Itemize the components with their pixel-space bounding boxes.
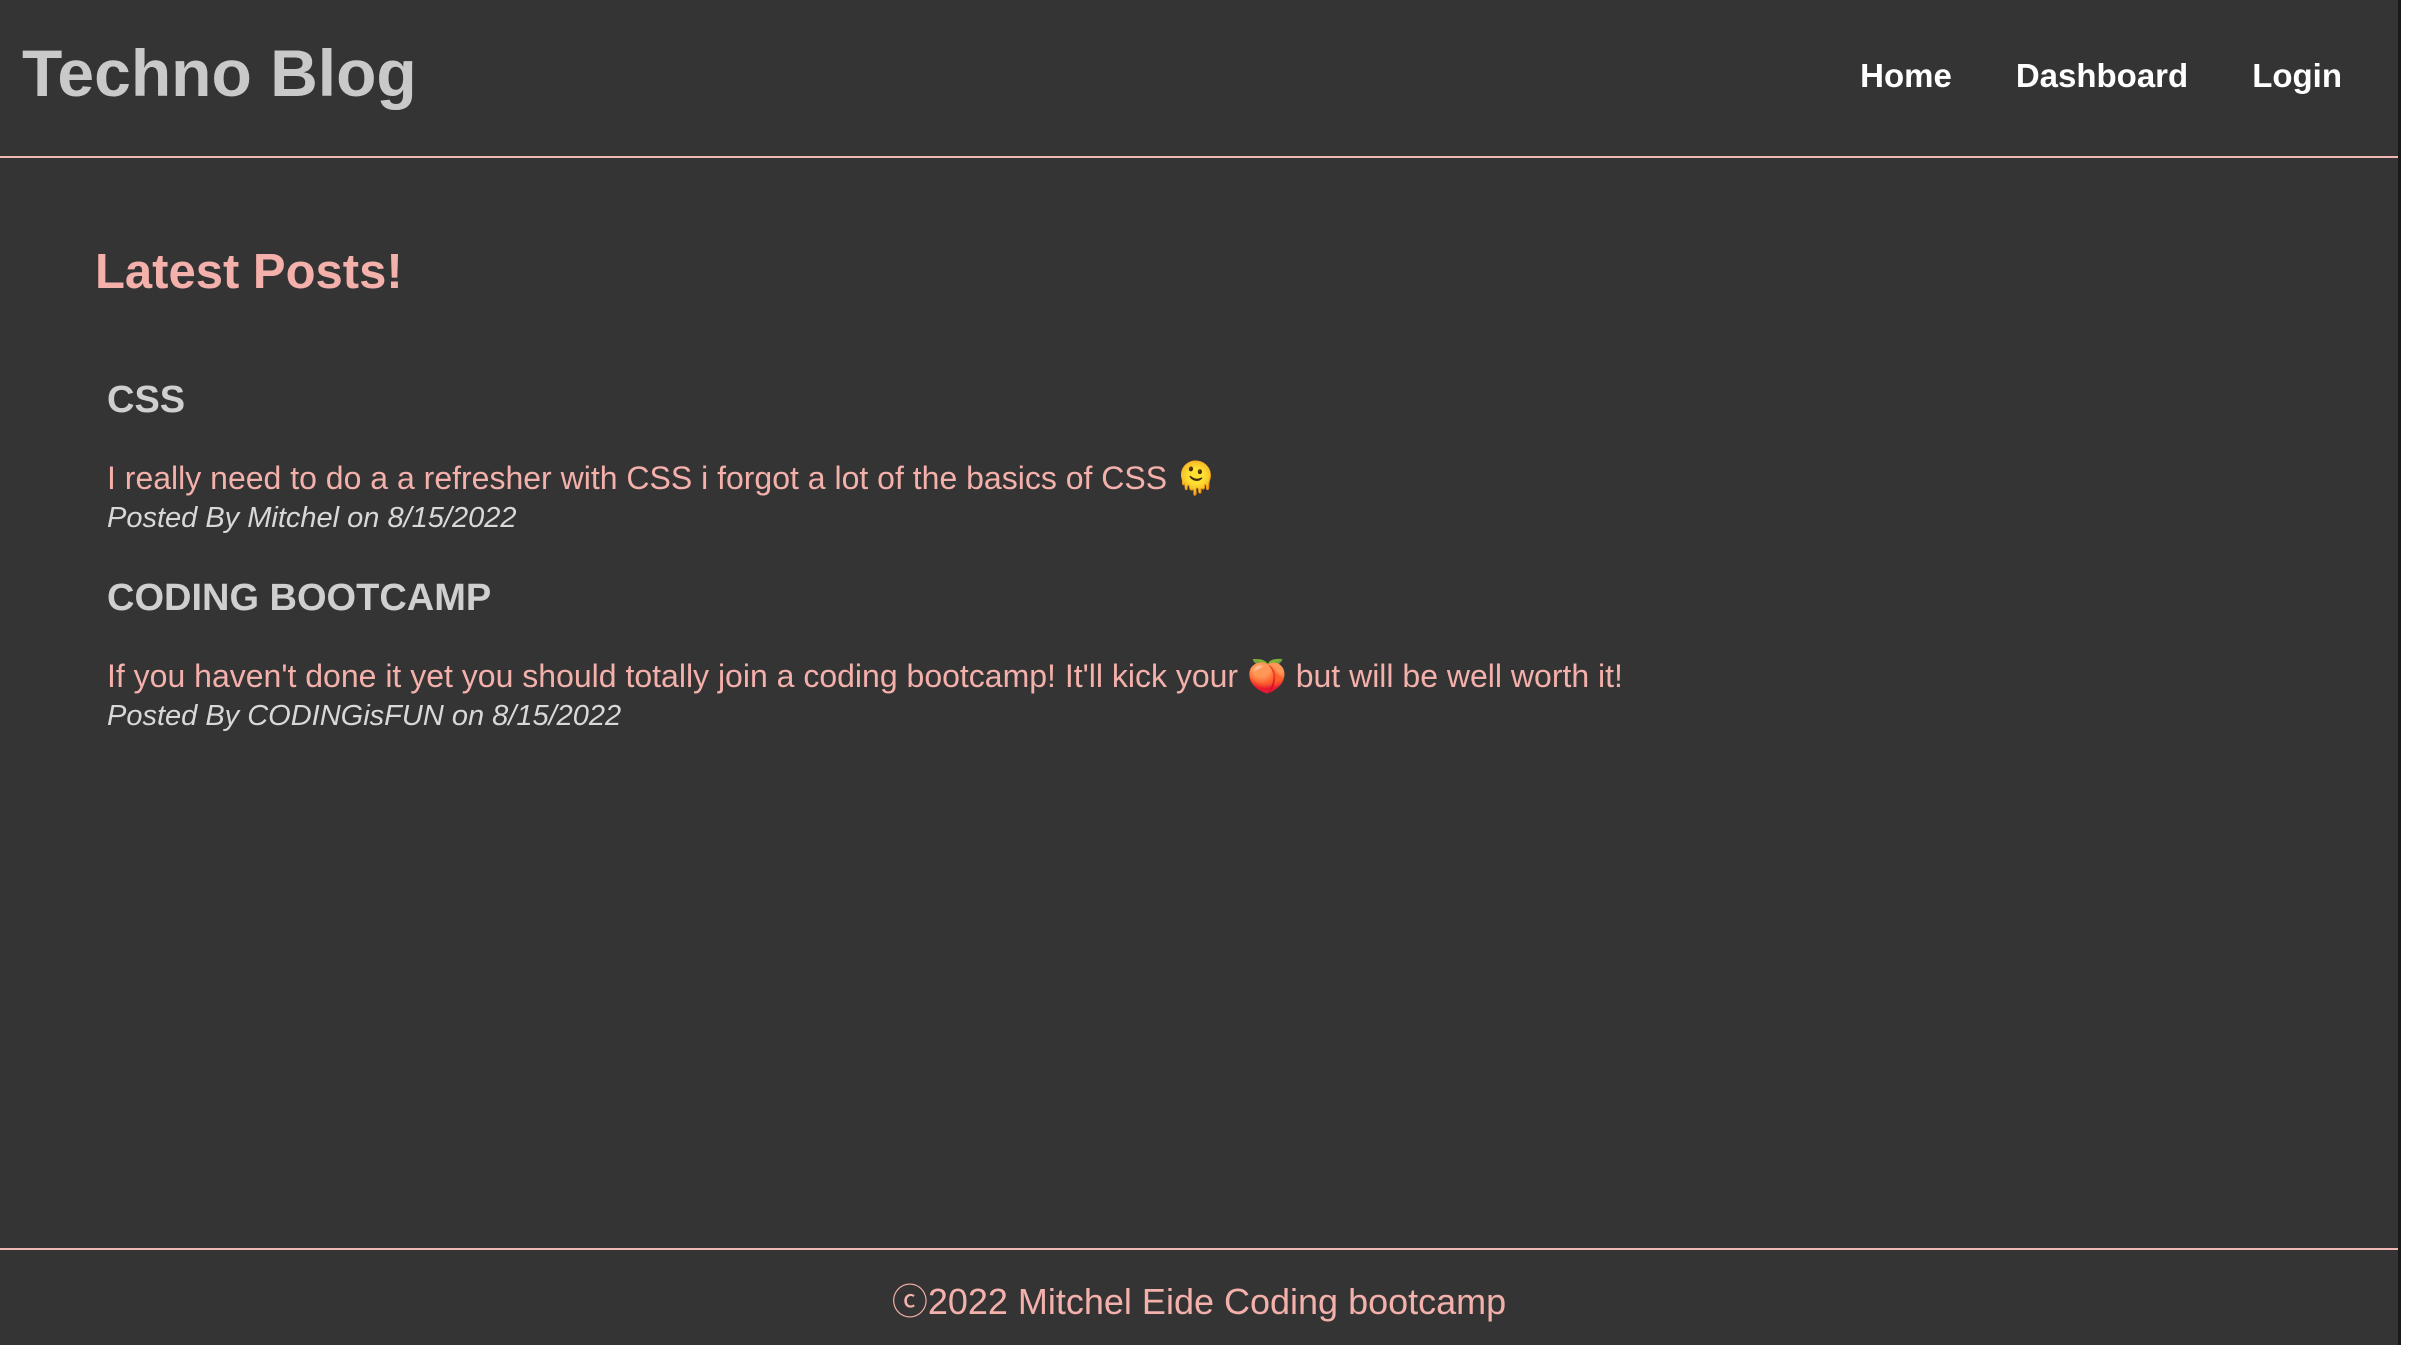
post-card[interactable]: CSS I really need to do a a refresher wi…	[107, 378, 1216, 536]
post-title[interactable]: CSS	[107, 378, 1216, 424]
post-title[interactable]: CODING BOOTCAMP	[107, 576, 1623, 622]
nav-home-link[interactable]: Home	[1860, 56, 1952, 96]
post-meta: Posted By CODINGisFUN on 8/15/2022	[107, 699, 622, 732]
site-footer: ⓒ2022 Mitchel Eide Coding bootcamp	[0, 1248, 2398, 1345]
nav-login-link[interactable]: Login	[2252, 56, 2342, 96]
site-header: Techno Blog Home Dashboard Login	[0, 0, 2398, 158]
app-window: Techno Blog Home Dashboard Login Latest …	[0, 0, 2398, 1345]
post-card[interactable]: CODING BOOTCAMP If you haven't done it y…	[107, 576, 1623, 734]
section-title: Latest Posts!	[95, 245, 403, 299]
post-body: I really need to do a a refresher with C…	[107, 459, 1216, 496]
window-edge	[2398, 0, 2410, 1345]
post-meta: Posted By Mitchel on 8/15/2022	[107, 501, 517, 534]
post-body: If you haven't done it yet you should to…	[107, 657, 1623, 694]
site-title[interactable]: Techno Blog	[22, 34, 417, 113]
main-nav: Home Dashboard Login	[1860, 56, 2342, 96]
nav-dashboard-link[interactable]: Dashboard	[2016, 56, 2188, 96]
footer-copyright: ⓒ2022 Mitchel Eide Coding bootcamp	[891, 1281, 1507, 1322]
